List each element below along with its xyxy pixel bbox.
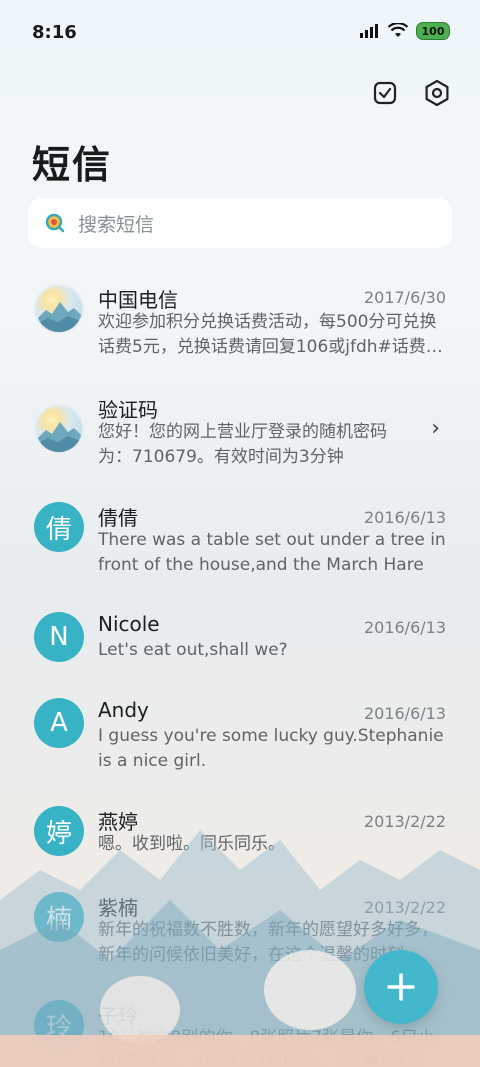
battery-icon: 100 bbox=[416, 22, 450, 40]
message-preview: 您好！您的网上营业厅登录的随机密码为：710679。有效时间为3分钟 bbox=[98, 422, 387, 467]
plus-icon bbox=[387, 973, 415, 1001]
contact-name: 中国电信 bbox=[98, 288, 178, 312]
message-date: 2016/6/13 bbox=[363, 508, 446, 527]
avatar: 楠 bbox=[34, 892, 84, 942]
search-placeholder: 搜索短信 bbox=[78, 213, 155, 236]
select-checkbox-icon[interactable] bbox=[370, 78, 400, 108]
status-icons: 100 bbox=[360, 22, 450, 40]
list-item[interactable]: 验证码 您好！您的网上营业厅登录的随机密码为：710679。有效时间为3分钟 › bbox=[0, 376, 480, 486]
message-date: 2016/6/13 bbox=[363, 704, 446, 723]
contact-name: 验证码 bbox=[98, 398, 158, 422]
message-preview: There was a table set out under a tree i… bbox=[98, 530, 446, 575]
message-date: 2016/6/13 bbox=[363, 618, 446, 637]
avatar bbox=[34, 404, 84, 454]
top-actions bbox=[370, 78, 452, 108]
search-icon bbox=[45, 213, 65, 233]
avatar: 玲 bbox=[34, 1000, 84, 1050]
list-item[interactable]: N Nicole 2016/6/13 Let's eat out,shall w… bbox=[0, 596, 480, 682]
message-date: 2013/2/22 bbox=[363, 898, 446, 917]
message-preview: 10分想念9别的你，8张照片7张是你，6只小狗5只像你，4根骨头3根归你，2爪着… bbox=[98, 1028, 442, 1066]
signal-icon bbox=[360, 24, 378, 38]
list-item[interactable]: 中国电信 2017/6/30 欢迎参加积分兑换话费活动，每500分可兑换话费5元… bbox=[0, 266, 480, 376]
message-preview: I guess you're some lucky guy.Stephanie … bbox=[98, 726, 444, 771]
avatar: N bbox=[34, 612, 84, 662]
message-date: 2013/2/22 bbox=[363, 812, 446, 831]
message-preview: Let's eat out,shall we? bbox=[98, 640, 288, 660]
contact-name: 子玲 bbox=[98, 1004, 138, 1028]
avatar: 婷 bbox=[34, 806, 84, 856]
wifi-icon bbox=[388, 23, 408, 37]
contact-name: Nicole bbox=[98, 612, 160, 636]
page-title: 短信 bbox=[32, 143, 113, 187]
message-preview: 欢迎参加积分兑换话费活动，每500分可兑换话费5元，兑换话费请回复106或jfd… bbox=[98, 312, 443, 357]
status-bar: 8:16 100 bbox=[0, 0, 480, 68]
contact-name: 燕婷 bbox=[98, 810, 138, 834]
avatar: 倩 bbox=[34, 502, 84, 552]
contact-name: Andy bbox=[98, 698, 149, 722]
list-item[interactable]: 倩 倩倩 2016/6/13 There was a table set out… bbox=[0, 486, 480, 596]
new-message-button[interactable] bbox=[364, 950, 438, 1024]
avatar: A bbox=[34, 698, 84, 748]
list-item[interactable]: 婷 燕婷 2013/2/22 嗯。收到啦。同乐同乐。 bbox=[0, 792, 480, 878]
message-date: 2017/6/30 bbox=[363, 288, 446, 307]
list-item[interactable]: A Andy 2016/6/13 I guess you're some luc… bbox=[0, 682, 480, 792]
search-input[interactable]: 搜索短信 bbox=[28, 198, 452, 248]
status-time: 8:16 bbox=[32, 22, 77, 43]
avatar bbox=[34, 284, 84, 334]
chevron-right-icon[interactable]: › bbox=[431, 416, 440, 441]
message-preview: 嗯。收到啦。同乐同乐。 bbox=[98, 834, 285, 854]
settings-icon[interactable] bbox=[422, 78, 452, 108]
contact-name: 倩倩 bbox=[98, 506, 138, 530]
contact-name: 紫楠 bbox=[98, 896, 138, 920]
